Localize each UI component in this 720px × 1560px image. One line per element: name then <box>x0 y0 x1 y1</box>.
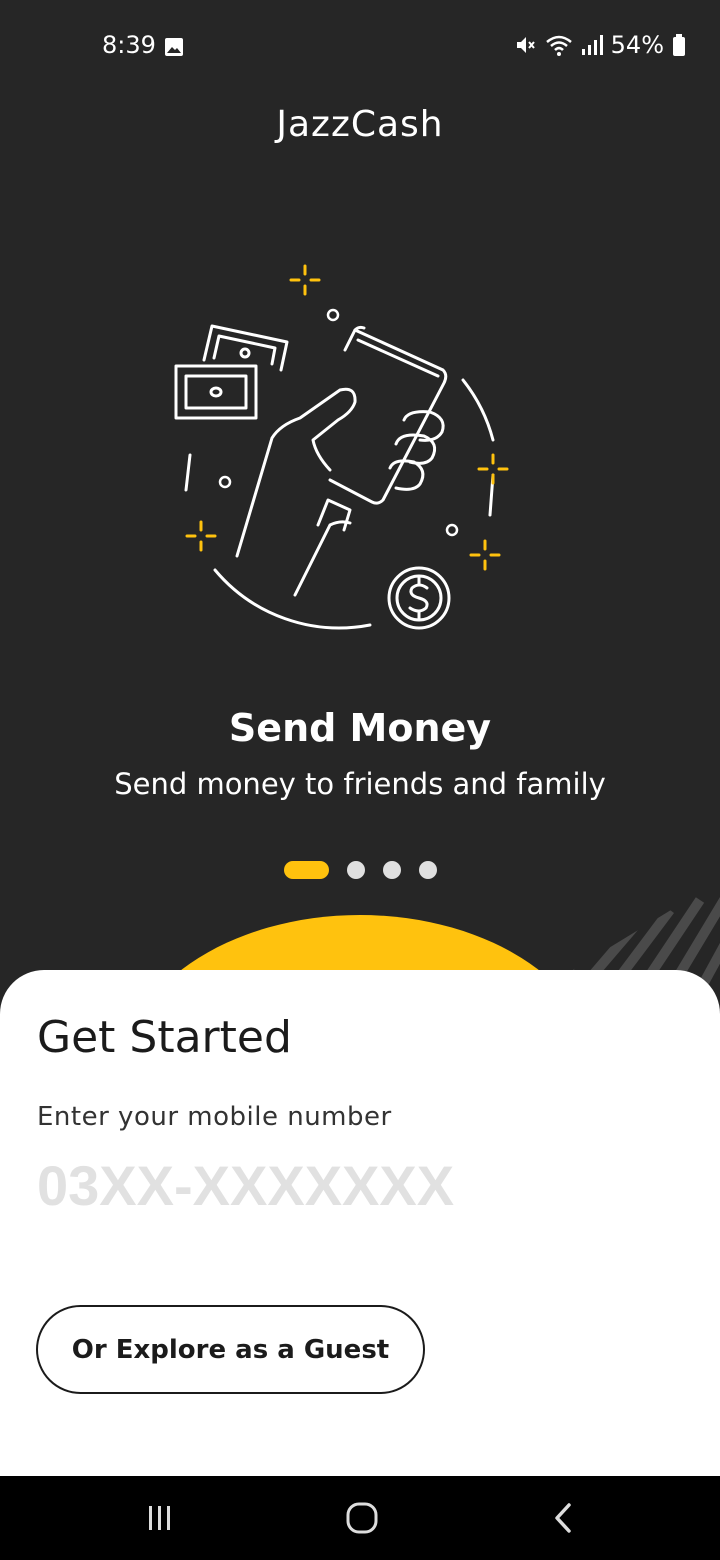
home-icon <box>346 1502 378 1534</box>
slide-subtitle: Send money to friends and family <box>114 767 606 801</box>
app-title: JazzCash <box>276 104 444 145</box>
status-time: 8:39 <box>102 31 156 59</box>
send-money-illustration <box>174 264 509 630</box>
slide-pagination <box>284 861 437 879</box>
pagination-dot[interactable] <box>347 861 365 879</box>
pagination-dot[interactable] <box>419 861 437 879</box>
slide-title: Send Money <box>228 706 492 750</box>
image-icon <box>165 38 183 56</box>
status-bar: 8:39 54% <box>0 0 720 90</box>
signal-icon <box>581 35 603 55</box>
battery-icon <box>673 34 685 56</box>
explore-as-guest-button[interactable]: Or Explore as a Guest <box>36 1305 425 1394</box>
login-card: Get Started Enter your mobile number Or … <box>0 970 720 1476</box>
pagination-dot-active[interactable] <box>284 861 329 879</box>
home-button[interactable] <box>302 1476 422 1560</box>
status-icons: 54% <box>513 31 686 59</box>
pagination-dot[interactable] <box>383 861 401 879</box>
page-title: Get Started <box>37 1012 292 1063</box>
system-nav-bar <box>0 1476 720 1560</box>
back-button[interactable] <box>504 1476 624 1560</box>
recent-apps-button[interactable] <box>100 1476 220 1560</box>
wifi-icon <box>545 35 572 56</box>
mobile-number-label: Enter your mobile number <box>37 1102 392 1132</box>
back-icon <box>555 1503 571 1533</box>
recent-apps-icon <box>149 1506 170 1530</box>
mute-icon <box>516 37 535 53</box>
mobile-number-input[interactable] <box>34 1150 660 1220</box>
battery-percent: 54% <box>610 31 664 59</box>
